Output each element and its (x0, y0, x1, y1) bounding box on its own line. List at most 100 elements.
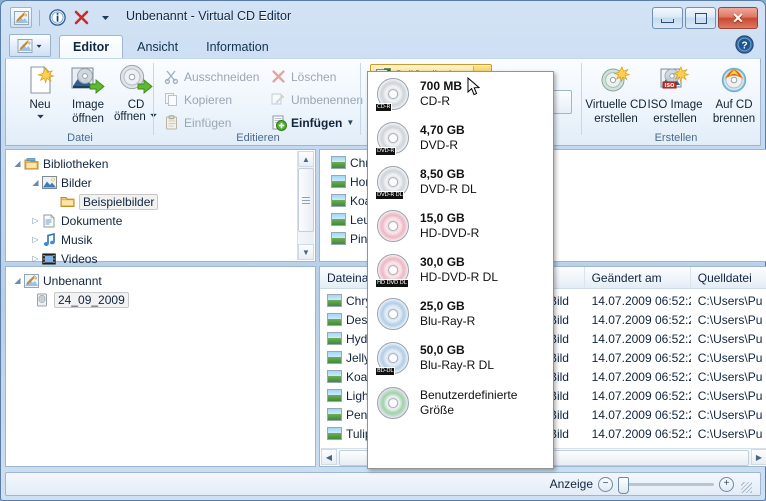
dvd-dl-disc-icon: DVD-R DL (375, 165, 410, 200)
scrollbar-thumb[interactable] (298, 168, 314, 232)
image-file-icon (331, 194, 346, 207)
scroll-left-icon[interactable]: ◀ (321, 449, 337, 465)
create-iso-image-button[interactable]: ISO ISO Image erstellen (645, 63, 705, 125)
cell-source: C:\Users\Pu (697, 350, 763, 365)
zoom-out-button[interactable]: − (598, 476, 613, 492)
delete-label: Löschen (291, 69, 337, 84)
menu-item-hd-dvd-r[interactable]: 15,0 GB HD-DVD-R (368, 204, 553, 248)
copy-button[interactable]: Kopieren (163, 89, 232, 110)
menu-item-dvd-r[interactable]: DVD-R 4,70 GB DVD-R (368, 116, 553, 160)
tree-item-musik[interactable]: ▷ Musik (12, 230, 315, 249)
menu-item-blu-ray-r[interactable]: 25,0 GB Blu-Ray-R (368, 292, 553, 336)
menu-item-hd-dvd-r-dl[interactable]: HD DVD DL 30,0 GB HD-DVD-R DL (368, 248, 553, 292)
menu-item-cd-r[interactable]: CD-R 700 MB CD-R (368, 72, 553, 116)
zoom-out-icon: − (602, 478, 609, 489)
expander-expanded-icon[interactable]: ◢ (12, 158, 23, 169)
scroll-down-icon[interactable]: ▼ (298, 244, 314, 260)
group-divider (153, 63, 154, 135)
cut-label: Ausschneiden (184, 69, 260, 84)
cell-source: C:\Users\Pu (697, 331, 763, 346)
folder-tree-scrollbar[interactable]: ▲ ▼ (297, 151, 314, 260)
zoom-slider[interactable] (618, 476, 714, 494)
size-spinner[interactable] (552, 90, 572, 114)
pictures-icon (41, 175, 57, 191)
editor-icon (17, 38, 33, 53)
cd-small-icon (34, 292, 50, 308)
tree-item-label: Bibliotheken (43, 156, 109, 171)
cell-modified: 14.07.2009 06:52:25 (591, 407, 691, 422)
info-icon[interactable] (47, 8, 67, 27)
menu-item-size: 8,50 GB (420, 167, 465, 181)
image-file-icon (331, 232, 346, 245)
cell-source: C:\Users\Pu (697, 312, 763, 327)
resize-grip[interactable] (741, 481, 752, 493)
scrollbar-grip (302, 196, 310, 204)
dvd-disc-icon: DVD-R (375, 121, 410, 156)
tree-item-beispielbilder[interactable]: Beispielbilder (12, 192, 315, 211)
minimize-button[interactable] (652, 7, 683, 29)
window-title: Unbenannt - Virtual CD Editor (126, 9, 292, 23)
red-x-icon[interactable] (71, 8, 91, 27)
tree-item-label: Beispielbilder (79, 193, 159, 210)
create-virtual-cd-button[interactable]: Virtuelle CD erstellen (585, 63, 647, 125)
tree-item-bibliotheken[interactable]: ◢ Bibliotheken (12, 154, 315, 173)
application-window: Unbenannt - Virtual CD Editor ✕ Editor A… (0, 0, 766, 501)
menu-item-blu-ray-r-dl[interactable]: BD-DL 50,0 GB Blu-Ray-R DL (368, 336, 553, 380)
tree-item-24-09-2009[interactable]: 24_09_2009 (12, 290, 315, 309)
maximize-button[interactable] (685, 7, 716, 29)
application-menu-button[interactable] (9, 34, 51, 57)
scroll-up-icon[interactable]: ▲ (298, 151, 314, 167)
create-virtual-cd-label2: erstellen (594, 113, 638, 125)
tree-item-bilder[interactable]: ◢ Bilder (12, 173, 315, 192)
zoom-slider-thumb[interactable] (618, 476, 629, 494)
image-file-icon (327, 389, 342, 402)
tab-ansicht[interactable]: Ansicht (123, 35, 192, 58)
tab-editor[interactable]: Editor (59, 35, 124, 58)
paste-button-disabled[interactable]: Einfügen (163, 112, 231, 133)
menu-item-size: 4,70 GB (420, 123, 465, 137)
tree-item-unbenannt[interactable]: ◢ Unbenannt (12, 271, 315, 290)
insert-button[interactable]: Einfügen ▼ (270, 112, 354, 133)
expander-expanded-icon[interactable]: ◢ (30, 177, 41, 188)
image-file-icon (327, 427, 342, 440)
editor-icon[interactable] (10, 7, 32, 28)
column-header-quelldatei[interactable]: Quelldatei (691, 267, 766, 288)
chevron-down-icon[interactable] (95, 8, 115, 27)
scroll-right-icon[interactable]: ▶ (751, 449, 766, 465)
menu-item-type: HD-DVD-R DL (420, 270, 498, 284)
insert-label: Einfügen (291, 115, 343, 130)
disc-badge (375, 242, 379, 244)
size-dropdown-menu[interactable]: CD-R 700 MB CD-R DVD-R 4,70 GB DVD-R DVD… (367, 71, 554, 469)
help-button[interactable]: ? (735, 35, 754, 54)
disc-badge: CD-R (375, 103, 393, 112)
image-file-icon (327, 408, 342, 421)
cut-button[interactable]: Ausschneiden (163, 66, 259, 87)
burn-cd-button[interactable]: Auf CD brennen (705, 63, 763, 125)
menu-item-type: CD-R (420, 94, 450, 108)
folder-icon (59, 194, 75, 210)
expander-collapsed-icon[interactable]: ▷ (30, 253, 41, 264)
tab-information[interactable]: Information (192, 35, 283, 58)
project-tree-panel[interactable]: ◢ Unbenannt 24_09_2009 (5, 266, 316, 467)
expander-expanded-icon[interactable]: ◢ (12, 275, 23, 286)
column-header-geaendert-am[interactable]: Geändert am (585, 267, 691, 288)
close-button[interactable]: ✕ (718, 7, 758, 29)
custom-disc-icon (376, 386, 410, 420)
menu-item-size: 25,0 GB (420, 299, 465, 313)
zoom-label: Anzeige (549, 477, 593, 491)
rename-button[interactable]: Umbenennen (270, 89, 363, 110)
delete-button[interactable]: Löschen (270, 66, 336, 87)
quick-access-toolbar (10, 7, 115, 28)
chevron-down-icon (36, 44, 42, 48)
expander-collapsed-icon[interactable]: ▷ (30, 234, 41, 245)
folder-tree-panel[interactable]: ◢ Bibliotheken ◢ Bilder Beispielbilder ▷… (5, 149, 316, 266)
menu-item-dvd-r-dl[interactable]: DVD-R DL 8,50 GB DVD-R DL (368, 160, 553, 204)
tree-item-dokumente[interactable]: ▷ Dokumente (12, 211, 315, 230)
copy-icon (163, 91, 180, 108)
image-file-icon (331, 156, 346, 169)
hddvd-disc-icon (375, 209, 410, 244)
menu-item-custom-size[interactable]: Benutzerdefinierte Größe (368, 380, 553, 426)
expander-collapsed-icon[interactable]: ▷ (30, 215, 41, 226)
zoom-in-button[interactable]: + (719, 476, 734, 492)
image-file-icon (327, 332, 342, 345)
